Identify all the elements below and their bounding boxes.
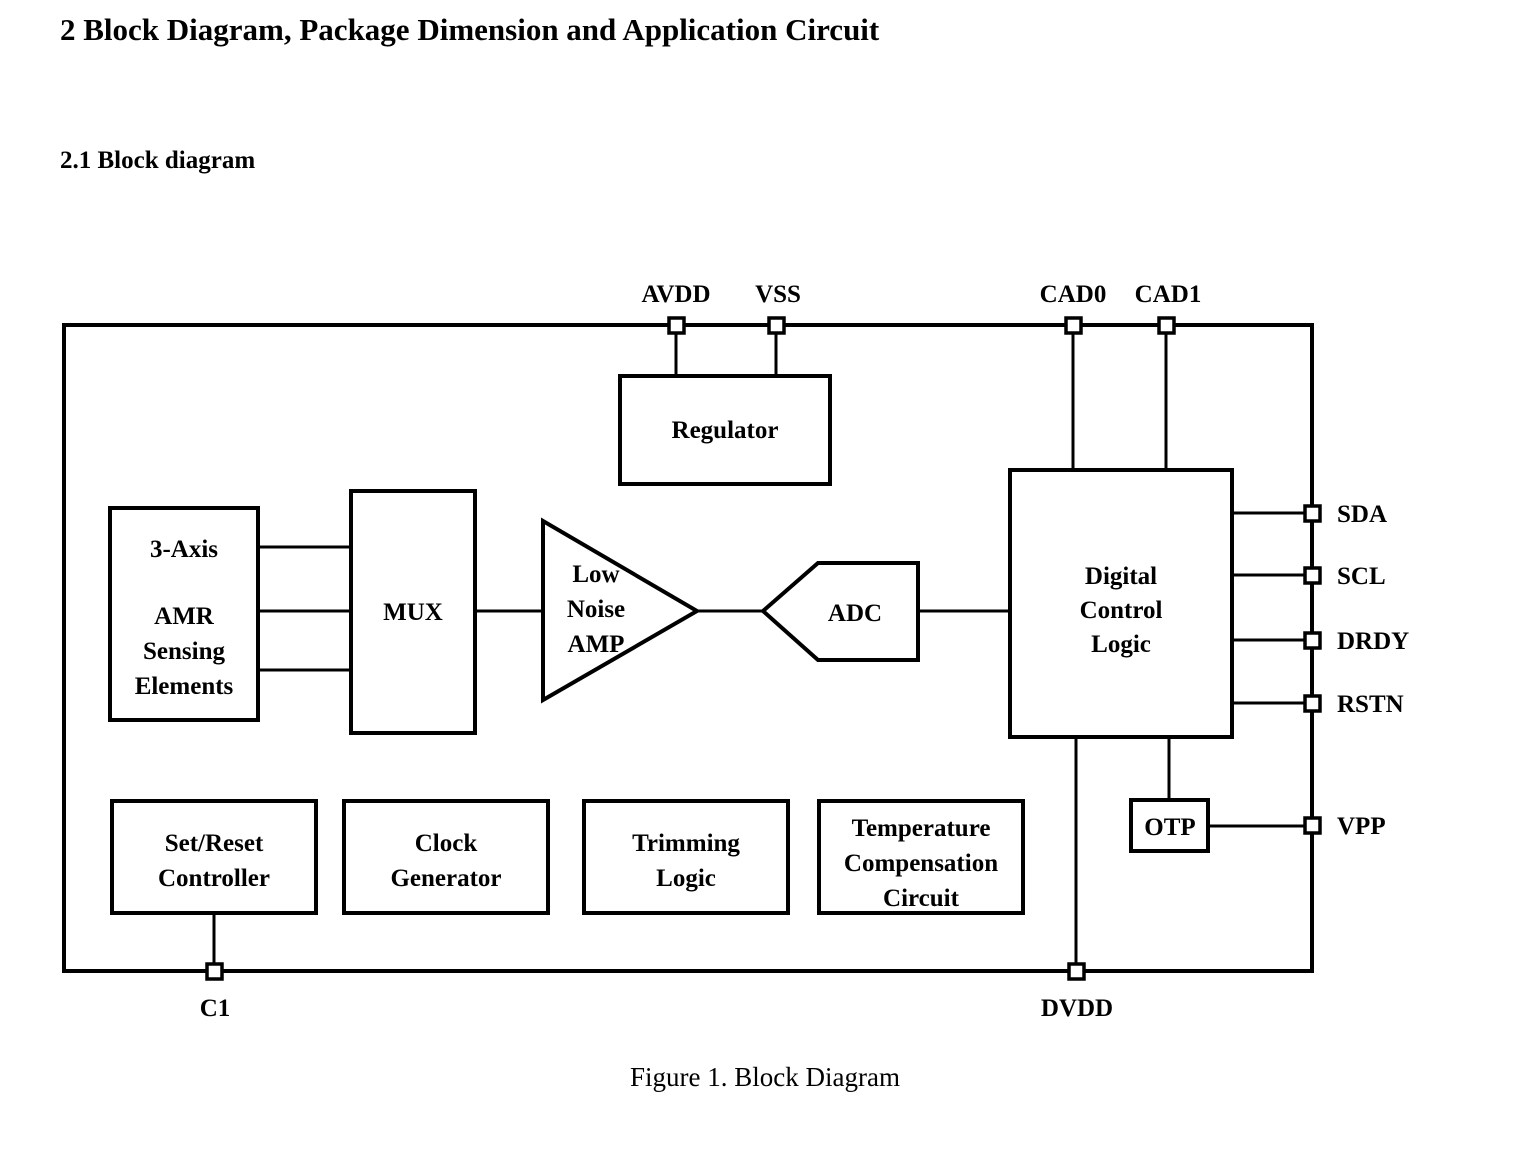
pin-label-cad1: CAD1	[1135, 281, 1202, 308]
block-clock-generator[interactable]	[342, 799, 550, 915]
block-label-amr-line1: 3-Axis	[150, 536, 218, 563]
block-label-digital-line3: Logic	[1091, 631, 1151, 658]
pin-label-rstn: RSTN	[1337, 691, 1404, 718]
pin-drdy[interactable]	[1303, 631, 1322, 650]
pin-label-cad0: CAD0	[1040, 281, 1107, 308]
block-label-adc: ADC	[828, 600, 882, 627]
pin-vpp[interactable]	[1303, 816, 1322, 835]
block-label-regulator: Regulator	[672, 417, 779, 444]
pin-vss[interactable]	[767, 316, 786, 335]
block-label-otp: OTP	[1144, 814, 1195, 841]
block-label-amr-line3: Sensing	[143, 638, 225, 665]
block-label-trimming-line1: Trimming	[632, 830, 740, 857]
pin-label-vss: VSS	[755, 281, 801, 308]
pin-avdd[interactable]	[667, 316, 686, 335]
block-label-temp-line1: Temperature	[852, 815, 991, 842]
pin-cad0[interactable]	[1064, 316, 1083, 335]
block-label-trimming-line2: Logic	[656, 865, 716, 892]
pin-label-scl: SCL	[1337, 563, 1386, 590]
pin-label-drdy: DRDY	[1337, 628, 1409, 655]
block-label-digital-line1: Digital	[1085, 563, 1157, 590]
block-label-setreset-line1: Set/Reset	[165, 830, 264, 857]
pin-scl[interactable]	[1303, 566, 1322, 585]
pin-rstn[interactable]	[1303, 694, 1322, 713]
block-label-amp-line3: AMP	[568, 631, 625, 658]
pin-label-sda: SDA	[1337, 501, 1387, 528]
block-label-setreset-line2: Controller	[158, 865, 270, 892]
block-label-amp-line2: Noise	[567, 596, 625, 623]
block-label-amr-line4: Elements	[135, 673, 234, 700]
pin-c1[interactable]	[205, 962, 224, 981]
pin-label-vpp: VPP	[1337, 813, 1386, 840]
pin-label-avdd: AVDD	[642, 281, 711, 308]
pin-label-c1: C1	[200, 995, 231, 1022]
page-title: 2 Block Diagram, Package Dimension and A…	[60, 12, 880, 47]
block-diagram: AVDD VSS CAD0 CAD1 Regulator 3-Axis AMR …	[62, 281, 1409, 1022]
block-trimming-logic[interactable]	[582, 799, 790, 915]
pin-sda[interactable]	[1303, 504, 1322, 523]
block-label-clock-line1: Clock	[415, 830, 478, 857]
block-label-digital-line2: Control	[1080, 597, 1163, 624]
block-label-clock-line2: Generator	[390, 865, 501, 892]
pin-dvdd[interactable]	[1067, 962, 1086, 981]
block-label-mux: MUX	[383, 599, 443, 626]
block-label-amp-line1: Low	[572, 561, 619, 588]
block-set-reset-controller[interactable]	[110, 799, 318, 915]
figure-caption: Figure 1. Block Diagram	[630, 1062, 900, 1092]
pin-cad1[interactable]	[1157, 316, 1176, 335]
block-label-temp-line2: Compensation	[844, 850, 998, 877]
block-label-temp-line3: Circuit	[883, 885, 960, 912]
pin-label-dvdd: DVDD	[1041, 995, 1113, 1022]
block-label-amr-line2: AMR	[154, 603, 215, 630]
section-subtitle: 2.1 Block diagram	[60, 147, 256, 174]
